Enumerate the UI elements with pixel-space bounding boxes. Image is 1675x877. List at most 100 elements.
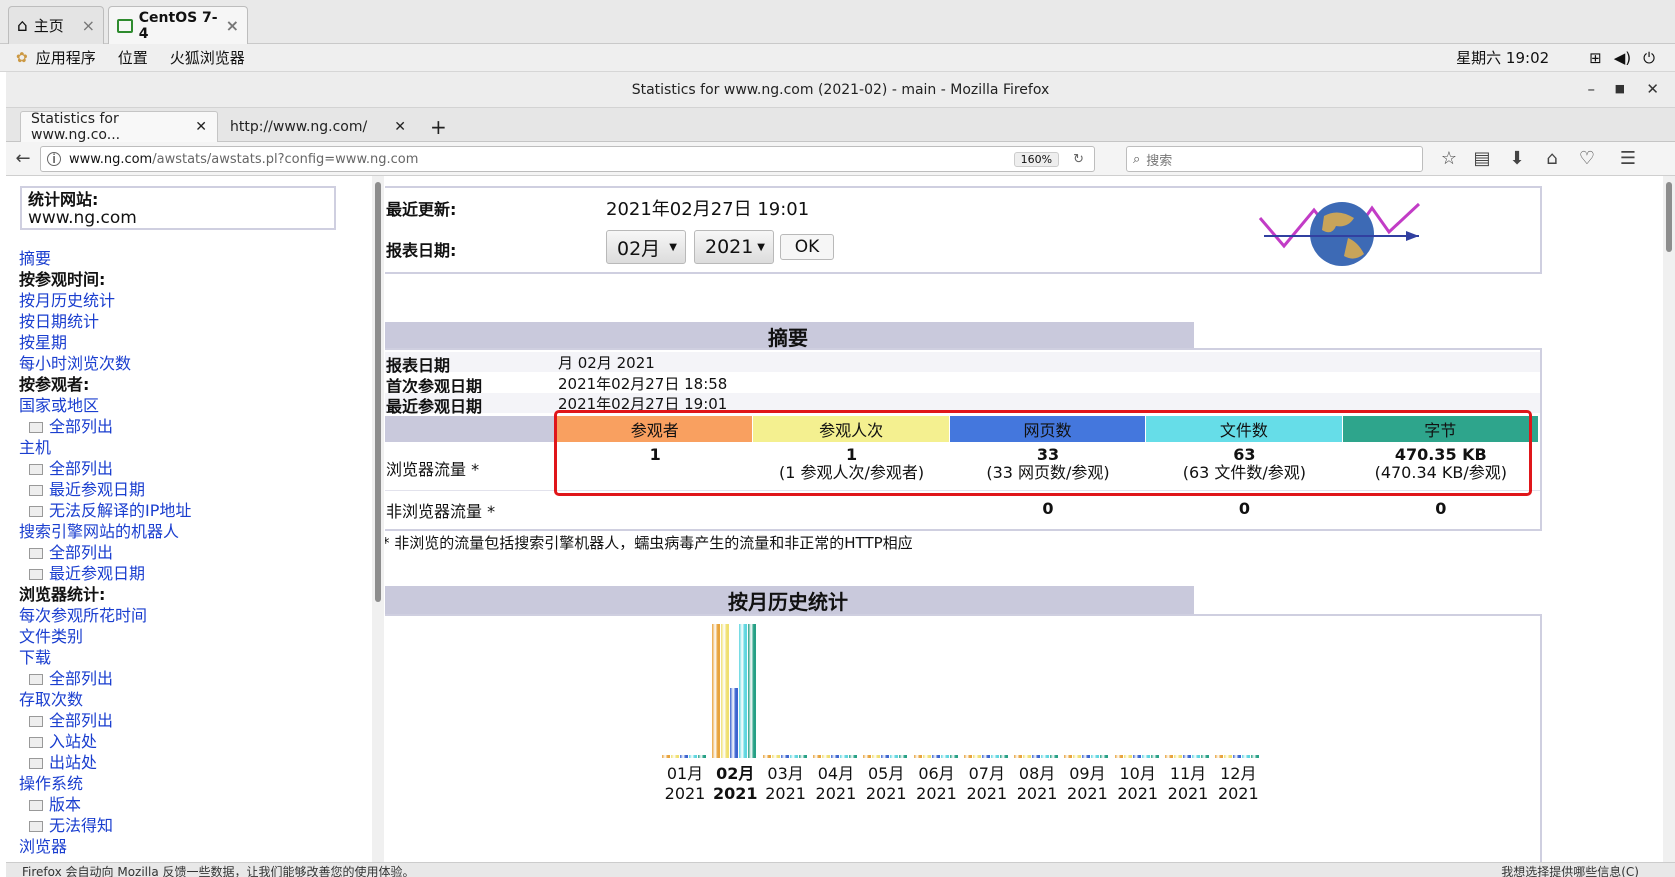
chart-bar xyxy=(1242,755,1251,758)
site-box: 统计网站: www.ng.com xyxy=(20,186,336,230)
menu-item[interactable]: 下载 xyxy=(19,647,191,668)
summary-left-label-bg xyxy=(385,416,556,442)
menu-item[interactable]: 按月历史统计 xyxy=(19,290,191,311)
month-label: 05月 2021 xyxy=(861,764,911,804)
vm-tab-home[interactable]: ⌂ 主页 × xyxy=(8,6,104,44)
search-input[interactable]: ⌕ 搜索 xyxy=(1126,146,1423,172)
chevron-down-icon: ▼ xyxy=(669,241,677,253)
year-tick-label: 2021 xyxy=(664,784,706,803)
summary-info-value: 月 02月 2021 xyxy=(558,354,655,372)
menu-label: 摘要 xyxy=(19,249,52,268)
chart-bar xyxy=(680,755,688,758)
chart-bar xyxy=(1032,755,1041,758)
menu-item[interactable]: 摘要 xyxy=(19,248,191,269)
url-bar[interactable]: i www.ng.com/awstats/awstats.pl?config=w… xyxy=(40,146,1095,172)
month-label: 06月 2021 xyxy=(912,764,962,804)
menu-subitem[interactable]: 版本 xyxy=(19,794,191,815)
menu-section-heading: 浏览器统计: xyxy=(19,584,191,605)
menu-subitem[interactable]: 最近参观日期 xyxy=(19,479,191,500)
left-scrollbar-thumb[interactable] xyxy=(375,182,381,602)
places-menu[interactable]: 位置 xyxy=(118,47,148,68)
menu-item[interactable]: 浏览器 xyxy=(19,836,191,857)
chart-bar xyxy=(1215,755,1224,758)
menu-item[interactable]: 主机 xyxy=(19,437,191,458)
month-label: 08月 2021 xyxy=(1012,764,1062,804)
close-tab-icon[interactable]: ✕ xyxy=(195,119,207,135)
bookmark-star-icon[interactable]: ☆ xyxy=(1438,148,1460,169)
window-titlebar: Statistics for www.ng.com (2021-02) - ma… xyxy=(6,72,1675,108)
year-tick-label: 2021 xyxy=(865,784,907,803)
reload-icon[interactable]: ↻ xyxy=(1073,152,1084,167)
menu-subitem[interactable]: 全部列出 xyxy=(19,416,191,437)
maximize-icon[interactable]: ■ xyxy=(1615,82,1625,95)
menu-subitem[interactable]: 全部列出 xyxy=(19,710,191,731)
list-icon xyxy=(29,464,43,475)
new-tab-button[interactable]: + xyxy=(420,111,450,142)
history-panel: 01月 2021 02月 2021 03月 2021 04月 2021 05月 2021 06月 20… xyxy=(385,614,1542,862)
menu-item[interactable]: 存取次数 xyxy=(19,689,191,710)
close-icon[interactable]: × xyxy=(226,16,239,35)
close-icon[interactable]: × xyxy=(82,16,95,35)
footnote: * 非浏览的流量包括搜索引擎机器人，蠕虫病毒产生的流量和非正常的HTTP相应 xyxy=(385,534,913,552)
list-icon xyxy=(29,737,43,748)
library-icon[interactable]: ▤ xyxy=(1471,148,1493,169)
year-tick-label: 2021 xyxy=(815,784,857,803)
month-select[interactable]: 02月 ▼ xyxy=(606,230,686,264)
chart-bar xyxy=(662,755,670,758)
pocket-icon[interactable]: ♡ xyxy=(1576,148,1598,169)
menu-item[interactable]: 搜索引擎网站的机器人 xyxy=(19,521,191,542)
zoom-badge[interactable]: 160% xyxy=(1013,151,1060,167)
menu-label: 主机 xyxy=(19,438,52,457)
menu-subitem[interactable]: 出站处 xyxy=(19,752,191,773)
year-select[interactable]: 2021 ▼ xyxy=(694,230,774,264)
back-icon[interactable]: ← xyxy=(12,148,34,169)
menu-subitem[interactable]: 全部列出 xyxy=(19,542,191,563)
download-icon[interactable]: ⬇ xyxy=(1506,148,1528,169)
firefox-app-menu[interactable]: 火狐浏览器 xyxy=(170,47,245,68)
chart-bar xyxy=(821,755,830,758)
applications-menu[interactable]: 应用程序 xyxy=(36,47,96,68)
month-tick-label: 08月 xyxy=(1018,764,1056,783)
power-icon[interactable]: ⏻ xyxy=(1643,49,1655,67)
list-icon xyxy=(29,821,43,832)
close-icon[interactable]: ✕ xyxy=(1646,80,1659,98)
vm-tab-centos[interactable]: CentOS 7-4 × xyxy=(108,6,248,44)
menu-subitem[interactable]: 全部列出 xyxy=(19,668,191,689)
main-scrollbar[interactable] xyxy=(1663,176,1675,862)
month-tick-label: 11月 xyxy=(1169,764,1207,783)
main-scrollbar-thumb[interactable] xyxy=(1666,182,1672,252)
menu-item[interactable]: 按日期统计 xyxy=(19,311,191,332)
volume-icon[interactable]: ◀) xyxy=(1614,49,1631,67)
menu-subitem[interactable]: 最近参观日期 xyxy=(19,563,191,584)
menu-label: 无法反解译的IP地址 xyxy=(49,501,192,520)
menu-item[interactable]: 按星期 xyxy=(19,332,191,353)
menu-subitem[interactable]: 无法反解译的IP地址 xyxy=(19,500,191,521)
menu-subitem[interactable]: 全部列出 xyxy=(19,458,191,479)
list-icon xyxy=(29,800,43,811)
menu-item[interactable]: 每次参观所花时间 xyxy=(19,605,191,626)
chart-bar xyxy=(972,755,981,758)
menu-icon[interactable]: ☰ xyxy=(1617,148,1639,169)
menu-subitem[interactable]: 无法得知 xyxy=(19,815,191,836)
clock[interactable]: 星期六 19:02 xyxy=(1456,47,1549,68)
menu-item[interactable]: 国家或地区 xyxy=(19,395,191,416)
network-icon[interactable]: ⊞ xyxy=(1589,49,1602,67)
menu-item[interactable]: 文件类别 xyxy=(19,626,191,647)
chart-bar xyxy=(1224,755,1233,758)
menu-label: 每次参观所花时间 xyxy=(19,606,148,625)
menu-item[interactable]: 操作系统 xyxy=(19,773,191,794)
chart-bar xyxy=(1073,755,1082,758)
close-tab-icon[interactable]: ✕ xyxy=(394,119,406,135)
info-icon[interactable]: i xyxy=(47,152,61,166)
home-icon[interactable]: ⌂ xyxy=(1541,148,1563,169)
month-tick-label: 02月 xyxy=(716,764,755,783)
menu-item[interactable]: 每小时浏览次数 xyxy=(19,353,191,374)
menu-subitem[interactable]: 入站处 xyxy=(19,731,191,752)
tab-ng-home[interactable]: http://www.ng.com/ ✕ xyxy=(220,111,416,142)
search-placeholder: 搜索 xyxy=(1146,153,1173,169)
site-value: www.ng.com xyxy=(28,208,137,228)
tab-statistics[interactable]: Statistics for www.ng.co... ✕ xyxy=(20,111,218,143)
ok-button[interactable]: OK xyxy=(780,234,834,260)
minimize-icon[interactable]: – xyxy=(1588,80,1596,98)
notification-choose-button[interactable]: 我想选择提供哪些信息(C) xyxy=(1501,863,1639,877)
